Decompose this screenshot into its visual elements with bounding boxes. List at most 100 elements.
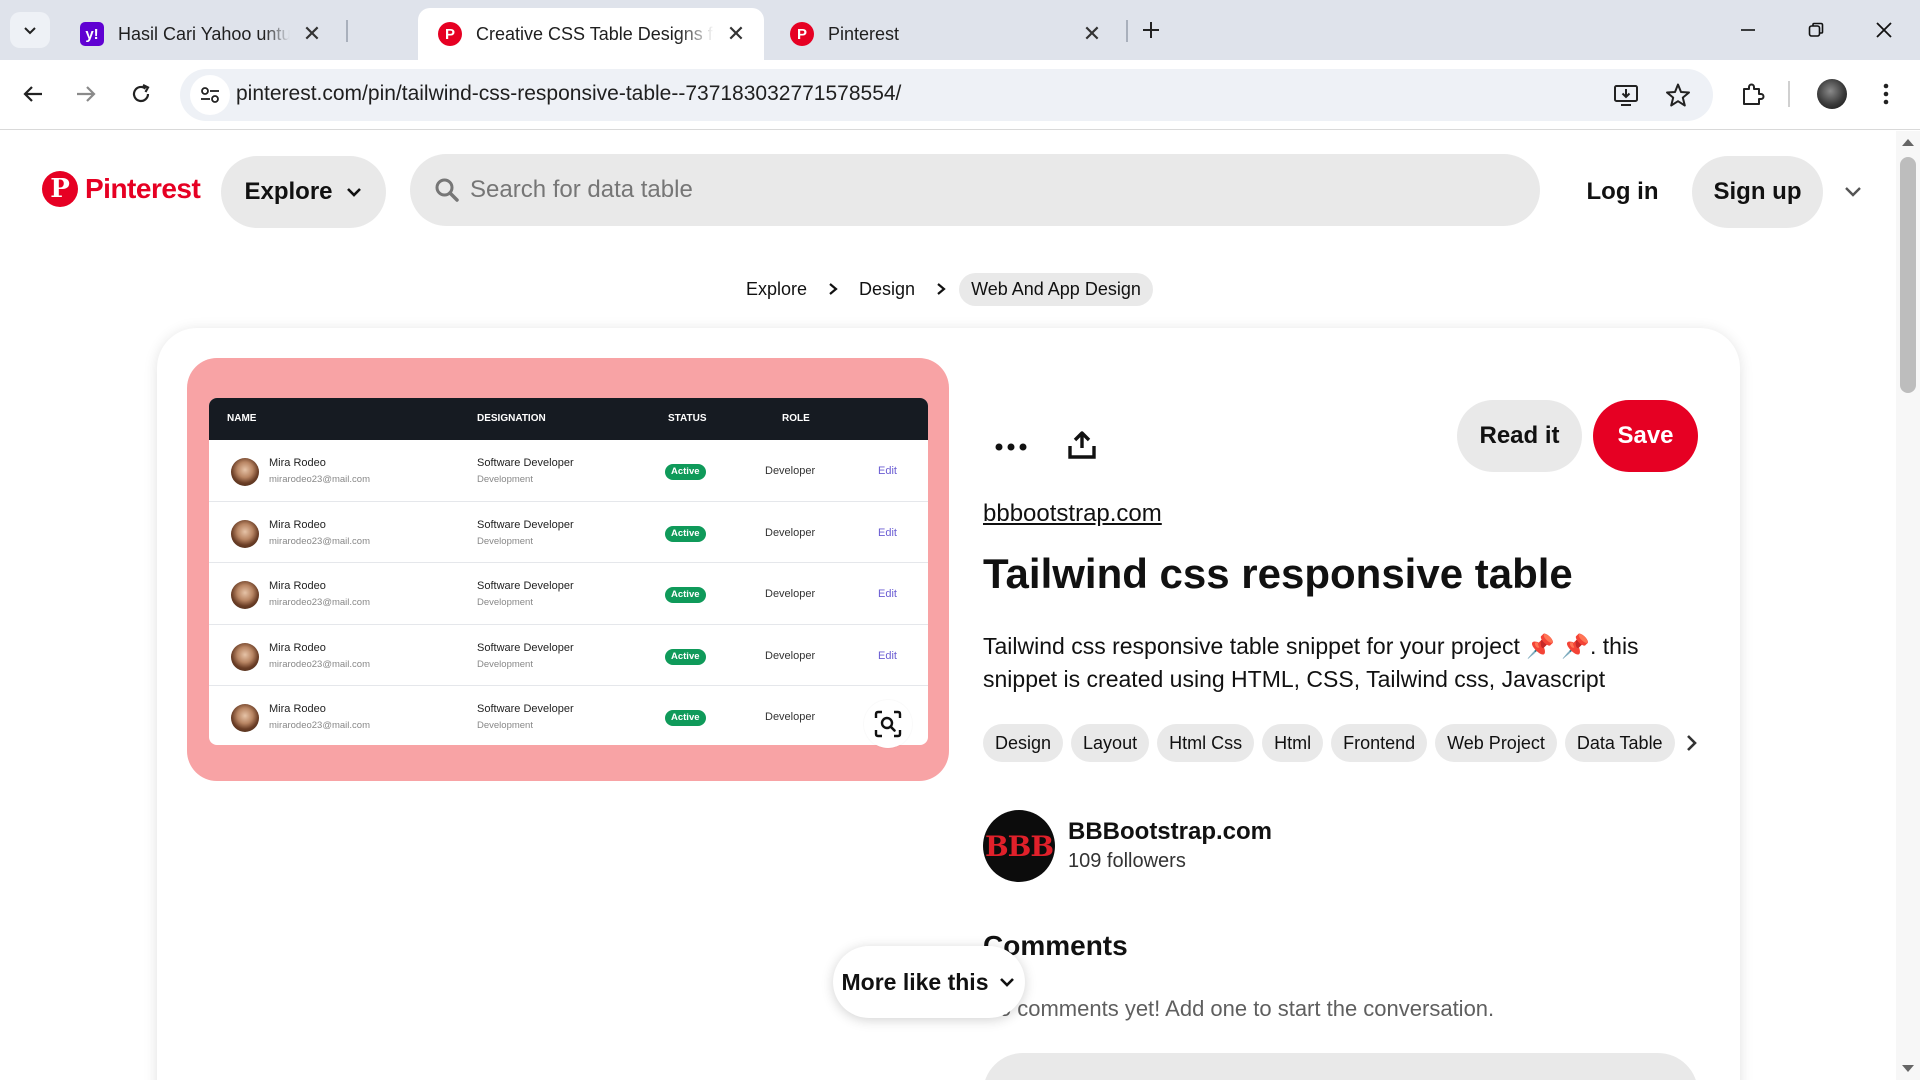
star-icon xyxy=(1666,83,1690,107)
tag-chip[interactable]: Frontend xyxy=(1331,724,1428,762)
breadcrumb-web-and-app-design[interactable]: Web And App Design xyxy=(959,272,1153,306)
row-email: mirarodeo23@mail.com xyxy=(269,535,370,547)
tab-pinterest[interactable]: P Pinterest ✕ xyxy=(770,8,1120,60)
tab-separator xyxy=(346,20,348,42)
row-role: Developer xyxy=(765,526,816,539)
row-department: Development xyxy=(477,658,533,670)
row-department: Development xyxy=(477,474,533,485)
tag-chip[interactable]: Web Project xyxy=(1435,724,1557,762)
column-header-designation: DESIGNATION xyxy=(477,413,546,424)
chevron-right-icon xyxy=(1687,735,1697,751)
login-button[interactable]: Log in xyxy=(1570,156,1675,228)
row-department: Development xyxy=(477,535,533,547)
row-role: Developer xyxy=(765,711,816,723)
breadcrumb-design[interactable]: Design xyxy=(851,273,923,306)
address-bar[interactable]: pinterest.com/pin/tailwind-css-responsiv… xyxy=(180,69,1713,121)
tab-title: Hasil Cari Yahoo untuk table html xyxy=(118,23,290,44)
table-row: Mira Rodeo mirarodeo23@mail.com Software… xyxy=(209,502,928,563)
forward-button[interactable] xyxy=(66,74,106,114)
profile-button[interactable] xyxy=(1814,76,1850,112)
tag-chip[interactable]: Html Css xyxy=(1157,724,1255,762)
yahoo-icon: y! xyxy=(80,22,104,46)
browser-menu-button[interactable] xyxy=(1868,76,1904,112)
row-name: Mira Rodeo xyxy=(269,457,326,469)
column-header-role: ROLE xyxy=(782,413,810,424)
no-comments-text: No comments yet! Add one to start the co… xyxy=(983,996,1495,1021)
reload-button[interactable] xyxy=(121,74,161,114)
source-link[interactable]: bbbootstrap.com xyxy=(983,500,1162,528)
breadcrumb-explore[interactable]: Explore xyxy=(738,273,815,306)
comment-input[interactable] xyxy=(983,1053,1698,1080)
search-input[interactable] xyxy=(470,154,1510,226)
new-tab-button[interactable] xyxy=(1133,12,1169,48)
close-tab-icon[interactable]: ✕ xyxy=(724,21,748,46)
visual-search-button[interactable] xyxy=(864,700,912,748)
search-icon xyxy=(435,178,459,202)
pinterest-logo[interactable]: P Pinterest xyxy=(42,171,201,207)
tag-chip[interactable]: Data Table xyxy=(1564,724,1675,762)
restore-button[interactable] xyxy=(1788,8,1844,52)
tab-separator xyxy=(1126,20,1128,42)
install-app-button[interactable] xyxy=(1610,79,1642,111)
pinterest-icon: P xyxy=(42,171,78,207)
tag-chip[interactable]: Html xyxy=(1262,724,1324,762)
row-email: mirarodeo23@mail.com xyxy=(269,597,370,608)
status-badge: Active xyxy=(665,525,706,542)
close-window-button[interactable] xyxy=(1856,8,1912,52)
reload-icon xyxy=(132,84,150,103)
table-row: Mira Rodeo mirarodeo23@mail.com Software… xyxy=(209,625,928,686)
row-role: Developer xyxy=(765,465,816,477)
avatar xyxy=(231,458,259,486)
save-button[interactable]: Save xyxy=(1593,400,1698,472)
scroll-down-icon[interactable] xyxy=(1902,1065,1914,1072)
search-bar[interactable] xyxy=(410,154,1540,226)
table-row: Mira Rodeo mirarodeo23@mail.com Software… xyxy=(209,440,928,502)
pin-image[interactable]: NAME DESIGNATION STATUS ROLE Mira Rodeo … xyxy=(187,358,949,781)
tab-search-button[interactable] xyxy=(10,12,50,48)
page-scrollbar[interactable] xyxy=(1896,131,1920,1080)
back-button[interactable] xyxy=(13,74,53,114)
chevron-right-icon xyxy=(935,282,947,296)
scroll-up-icon[interactable] xyxy=(1902,139,1914,146)
tab-creative-css-table[interactable]: P Creative CSS Table Designs for Stunnin… xyxy=(418,8,764,60)
table-row: Mira Rodeo mirarodeo23@mail.com Software… xyxy=(209,686,928,745)
avatar xyxy=(231,642,259,671)
chevron-right-icon xyxy=(827,282,839,296)
creator-avatar[interactable]: BBB xyxy=(983,810,1055,882)
bookmark-button[interactable] xyxy=(1662,79,1694,111)
share-button[interactable] xyxy=(1057,420,1107,470)
status-badge: Active xyxy=(665,710,706,726)
close-tab-icon[interactable]: ✕ xyxy=(300,21,324,46)
row-designation: Software Developer xyxy=(477,703,574,715)
creator-name[interactable]: BBBootstrap.com xyxy=(1068,818,1272,846)
close-tab-icon[interactable]: ✕ xyxy=(1080,21,1104,46)
row-designation: Software Developer xyxy=(477,641,574,654)
tag-chip[interactable]: Design xyxy=(983,724,1064,762)
row-name: Mira Rodeo xyxy=(269,518,326,531)
row-name: Mira Rodeo xyxy=(269,703,326,715)
table-preview-image: NAME DESIGNATION STATUS ROLE Mira Rodeo … xyxy=(209,398,928,745)
more-like-this-button[interactable]: More like this xyxy=(833,946,1025,1018)
toolbar-separator xyxy=(1788,81,1790,107)
tags-next-button[interactable] xyxy=(1677,728,1707,758)
header-menu-button[interactable] xyxy=(1838,176,1868,206)
row-name: Mira Rodeo xyxy=(269,641,326,654)
scrollbar-thumb[interactable] xyxy=(1900,157,1916,393)
tab-yahoo-search[interactable]: y! Hasil Cari Yahoo untuk table html ✕ xyxy=(60,8,340,60)
site-info-button[interactable] xyxy=(190,75,230,115)
explore-label: Explore xyxy=(244,178,333,205)
more-options-button[interactable] xyxy=(987,423,1035,471)
read-it-button[interactable]: Read it xyxy=(1457,400,1582,472)
chevron-down-icon xyxy=(24,27,36,35)
row-edit-link: Edit xyxy=(878,526,897,539)
page-viewport: P Pinterest Explore Log in Sign up Explo… xyxy=(0,131,1896,1080)
extensions-button[interactable] xyxy=(1735,76,1771,112)
breadcrumb: Explore Design Web And App Design xyxy=(738,271,1153,307)
minimize-button[interactable] xyxy=(1720,8,1776,52)
creator-avatar-text: BBB xyxy=(985,829,1054,863)
explore-button[interactable]: Explore xyxy=(221,156,386,228)
tag-chip[interactable]: Layout xyxy=(1071,724,1150,762)
signup-button[interactable]: Sign up xyxy=(1692,156,1823,228)
url-text[interactable]: pinterest.com/pin/tailwind-css-responsiv… xyxy=(236,82,901,106)
row-designation: Software Developer xyxy=(477,580,574,592)
